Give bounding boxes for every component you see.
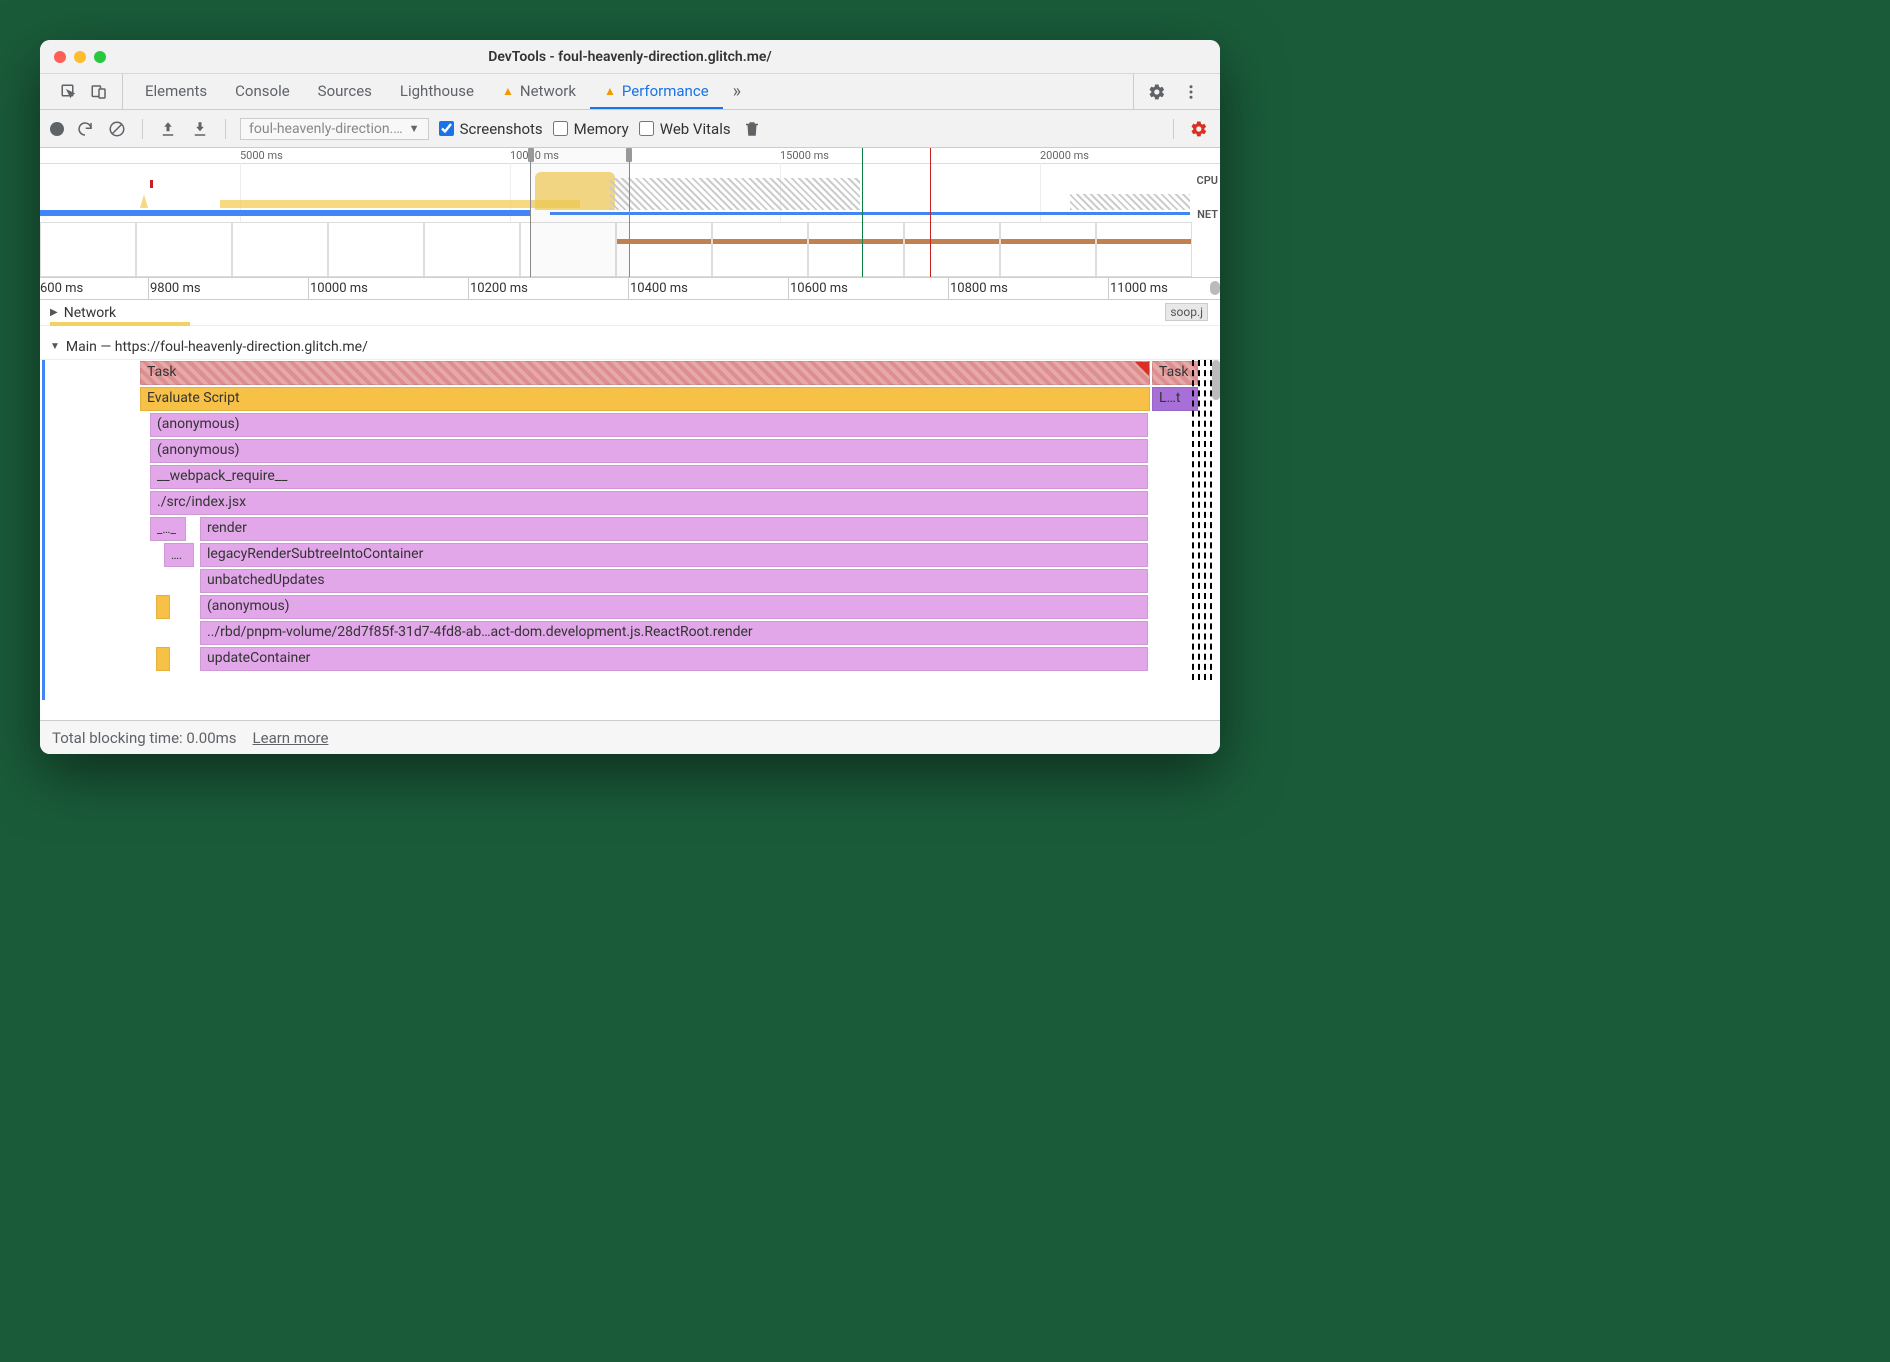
network-activity-bar <box>50 322 190 326</box>
memory-label: Memory <box>574 120 629 138</box>
flame-frame[interactable]: render <box>200 517 1148 541</box>
devtools-window: DevTools - foul-heavenly-direction.glitc… <box>40 40 1220 754</box>
net-label: NET <box>1197 208 1218 221</box>
tab-sources[interactable]: Sources <box>304 74 386 109</box>
kebab-menu-icon[interactable] <box>1180 81 1202 103</box>
collapse-icon[interactable]: ▼ <box>50 341 60 352</box>
overview-tick: 15000 ms <box>780 149 829 162</box>
settings-icon[interactable] <box>1146 81 1168 103</box>
screenshots-input[interactable] <box>439 121 454 136</box>
chevron-down-icon: ▼ <box>409 122 420 135</box>
ruler-tick: 10200 ms <box>470 281 528 296</box>
flame-frame[interactable]: ./src/index.jsx <box>150 491 1148 515</box>
save-profile-icon[interactable] <box>189 118 211 140</box>
flame-frame-small[interactable]: …. <box>164 543 194 567</box>
cpu-lane <box>40 164 1192 210</box>
capture-settings-icon[interactable] <box>1188 118 1210 140</box>
marker <box>150 180 153 188</box>
tab-lighthouse[interactable]: Lighthouse <box>386 74 488 109</box>
overview-tick: 10000 ms <box>510 149 559 162</box>
ruler-tick: 10000 ms <box>310 281 368 296</box>
ruler-tick: 11000 ms <box>1110 281 1168 296</box>
ruler-scrollbar[interactable] <box>1210 281 1220 295</box>
overview-tick: 20000 ms <box>1040 149 1089 162</box>
flame-task[interactable]: Task <box>1152 361 1198 385</box>
flame-frame[interactable]: (anonymous) <box>150 439 1148 463</box>
fcp-marker <box>862 148 863 277</box>
ruler-tick: 600 ms <box>40 281 83 296</box>
detail-ruler[interactable]: 600 ms 9800 ms 10000 ms 10200 ms 10400 m… <box>40 278 1220 300</box>
network-track[interactable]: ▶ Network soop.j <box>40 300 1220 326</box>
clear-icon[interactable] <box>106 118 128 140</box>
close-window-button[interactable] <box>54 51 66 63</box>
learn-more-link[interactable]: Learn more <box>253 729 329 747</box>
flame-frame[interactable]: (anonymous) <box>200 595 1148 619</box>
network-track-header: Network <box>64 305 116 321</box>
tab-console[interactable]: Console <box>221 74 304 109</box>
vertical-scrollbar[interactable] <box>1210 300 1220 720</box>
device-toggle-icon[interactable] <box>88 81 110 103</box>
flame-layout[interactable]: L…t <box>1152 387 1198 411</box>
flame-chart[interactable]: ▶ Network soop.j ▼ Main — https://foul-h… <box>40 300 1220 720</box>
total-blocking-time: Total blocking time: 0.00ms <box>52 729 237 747</box>
main-track[interactable]: ▼ Main — https://foul-heavenly-direction… <box>40 334 1220 684</box>
flame-frame[interactable]: legacyRenderSubtreeIntoContainer <box>200 543 1148 567</box>
flame-frame[interactable]: unbatchedUpdates <box>200 569 1148 593</box>
window-title: DevTools - foul-heavenly-direction.glitc… <box>40 49 1220 65</box>
load-profile-icon[interactable] <box>157 118 179 140</box>
web-vitals-label: Web Vitals <box>660 120 731 138</box>
tab-elements[interactable]: Elements <box>131 74 221 109</box>
ruler-tick: 10800 ms <box>950 281 1008 296</box>
panel-tabs: Elements Console Sources Lighthouse Netw… <box>40 74 1220 110</box>
ruler-tick: 10600 ms <box>790 281 848 296</box>
expand-icon[interactable]: ▶ <box>50 307 58 318</box>
web-vitals-input[interactable] <box>639 121 654 136</box>
tab-network[interactable]: Network <box>488 74 590 109</box>
status-bar: Total blocking time: 0.00ms Learn more <box>40 720 1220 754</box>
memory-input[interactable] <box>553 121 568 136</box>
lcp-marker <box>930 148 931 277</box>
profile-selector[interactable]: foul-heavenly-direction.… ▼ <box>240 118 429 140</box>
record-button[interactable] <box>50 122 64 136</box>
flame-task[interactable]: Task <box>140 361 1150 385</box>
network-request-pill[interactable]: soop.j <box>1165 303 1208 321</box>
screenshot-thumbnails <box>40 222 1192 277</box>
screenshots-label: Screenshots <box>460 120 543 138</box>
trash-icon[interactable] <box>741 118 763 140</box>
titlebar: DevTools - foul-heavenly-direction.glitc… <box>40 40 1220 74</box>
flame-frame-tiny[interactable] <box>156 647 170 671</box>
performance-toolbar: foul-heavenly-direction.… ▼ Screenshots … <box>40 110 1220 148</box>
cpu-label: CPU <box>1197 174 1218 187</box>
ruler-tick: 9800 ms <box>150 281 201 296</box>
inspect-icon[interactable] <box>58 81 80 103</box>
flame-evaluate-script[interactable]: Evaluate Script <box>140 387 1150 411</box>
net-lane <box>40 210 1192 218</box>
tab-performance[interactable]: Performance <box>590 74 723 109</box>
flame-frame[interactable]: updateContainer <box>200 647 1148 671</box>
flame-frame-small[interactable]: _…_ <box>150 517 186 541</box>
traffic-lights <box>54 51 106 63</box>
flame-frame[interactable]: (anonymous) <box>150 413 1148 437</box>
profile-name: foul-heavenly-direction.… <box>249 121 403 137</box>
maximize-window-button[interactable] <box>94 51 106 63</box>
flame-frame-tiny[interactable] <box>156 595 170 619</box>
flame-frame[interactable]: ../rbd/pnpm-volume/28d7f85f-31d7-4fd8-ab… <box>200 621 1148 645</box>
minimize-window-button[interactable] <box>74 51 86 63</box>
memory-checkbox[interactable]: Memory <box>553 120 629 138</box>
screenshots-checkbox[interactable]: Screenshots <box>439 120 543 138</box>
web-vitals-checkbox[interactable]: Web Vitals <box>639 120 731 138</box>
reload-record-icon[interactable] <box>74 118 96 140</box>
main-track-header: Main — https://foul-heavenly-direction.g… <box>66 339 368 355</box>
timeline-overview[interactable]: 5000 ms 10000 ms 15000 ms 20000 ms CPU N… <box>40 148 1220 278</box>
more-tabs-button[interactable]: » <box>723 74 751 109</box>
ruler-tick: 10400 ms <box>630 281 688 296</box>
flame-frame[interactable]: __webpack_require__ <box>150 465 1148 489</box>
overview-tick: 5000 ms <box>240 149 283 162</box>
